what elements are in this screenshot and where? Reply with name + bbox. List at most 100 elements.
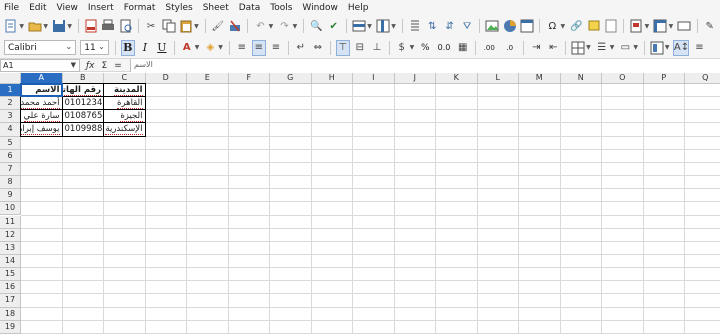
column-header-n[interactable]: N	[560, 73, 602, 84]
redo-icon[interactable]: ↷	[277, 18, 291, 34]
hyperlink-icon[interactable]: 🔗	[569, 18, 583, 34]
column-header-g[interactable]: G	[270, 73, 312, 84]
print-area-dropdown-icon[interactable]: ▼	[645, 23, 650, 30]
align-left-icon[interactable]: ≡	[235, 40, 249, 56]
row-header-15[interactable]: 15	[0, 268, 21, 282]
save-icon[interactable]	[52, 18, 66, 34]
row-header-4[interactable]: 4	[0, 123, 21, 137]
align-center-icon[interactable]: ≡	[251, 39, 266, 56]
select-all-corner[interactable]	[0, 73, 21, 84]
borders-icon[interactable]	[571, 40, 585, 56]
freeze-rows-columns-icon[interactable]	[653, 18, 667, 34]
font-color-dropdown-icon[interactable]: ▼	[195, 44, 200, 51]
save-dropdown-icon[interactable]: ▼	[67, 23, 72, 30]
font-color-icon[interactable]: A	[180, 40, 194, 56]
spreadsheet-grid[interactable]: A B C D E F G H I J K L M N O P Q 1 2 3 4 5 6 7 8 9 10 11 12 13 14 15 16…	[0, 73, 720, 334]
font-size-combo[interactable]: 11 ⌄	[80, 40, 109, 55]
menu-help[interactable]: Help	[348, 3, 369, 13]
column-header-k[interactable]: K	[436, 73, 478, 84]
conditional-format-icon[interactable]	[650, 40, 664, 56]
column-header-b[interactable]: B	[62, 73, 104, 84]
column-header-i[interactable]: I	[353, 73, 395, 84]
border-color-dropdown-icon[interactable]: ▼	[633, 44, 638, 51]
undo-icon[interactable]: ↶	[253, 18, 267, 34]
column-header-c[interactable]: C	[104, 73, 146, 84]
headers-footers-icon[interactable]	[604, 18, 618, 34]
chevron-down-icon[interactable]: ⌄	[66, 42, 73, 51]
paste-dropdown-icon[interactable]: ▼	[194, 23, 199, 30]
column-header-p[interactable]: P	[643, 73, 685, 84]
special-character-icon[interactable]: Ω	[545, 18, 559, 34]
row-header-12[interactable]: 12	[0, 228, 21, 242]
border-style-icon[interactable]: ☰	[595, 40, 609, 56]
row-icon[interactable]	[352, 18, 366, 34]
sort-descending-icon[interactable]: ⇵	[442, 18, 456, 34]
new-dropdown-icon[interactable]: ▼	[19, 23, 24, 30]
column-header-h[interactable]: H	[311, 73, 353, 84]
row-dropdown-icon[interactable]: ▼	[367, 23, 372, 30]
menu-styles[interactable]: Styles	[165, 3, 192, 13]
text-direction-ltr-icon[interactable]: A↕	[673, 39, 690, 56]
align-top-icon[interactable]: ⊤	[335, 39, 350, 56]
currency-icon[interactable]: $	[395, 40, 409, 56]
row-header-11[interactable]: 11	[0, 215, 21, 229]
row-header-6[interactable]: 6	[0, 149, 21, 163]
background-color-icon[interactable]: ◈	[203, 40, 217, 56]
cell-a3[interactable]: سارة علي	[21, 110, 62, 123]
pivot-table-icon[interactable]	[520, 18, 534, 34]
currency-dropdown-icon[interactable]: ▼	[410, 44, 415, 51]
cell-a4[interactable]: يوسف إبراهيم	[21, 123, 62, 136]
column-header-l[interactable]: L	[477, 73, 519, 84]
sort-ascending-icon[interactable]: ⇅	[425, 18, 439, 34]
date-format-icon[interactable]: ▦	[456, 40, 470, 56]
cell-header-c1[interactable]: المدينة	[104, 84, 145, 97]
column-header-f[interactable]: F	[228, 73, 270, 84]
column-header-d[interactable]: D	[145, 73, 187, 84]
column-header-a[interactable]: A	[21, 73, 63, 84]
row-header-5[interactable]: 5	[0, 136, 21, 150]
remove-decimal-button[interactable]: .0	[501, 40, 518, 56]
show-draw-functions-icon[interactable]: ✎	[702, 18, 716, 34]
border-color-icon[interactable]: ▭	[618, 40, 632, 56]
comment-icon[interactable]	[587, 18, 601, 34]
autofilter-icon[interactable]: ⛛	[460, 18, 474, 34]
text-direction-rtl-icon[interactable]: ≡	[692, 40, 706, 56]
insert-chart-icon[interactable]	[503, 18, 517, 34]
spelling-icon[interactable]: ✔	[327, 18, 341, 34]
chevron-down-icon[interactable]: ▼	[71, 60, 76, 71]
paste-icon[interactable]	[179, 18, 193, 34]
row-header-1[interactable]: 1	[0, 84, 21, 98]
row-header-14[interactable]: 14	[0, 254, 21, 269]
clone-formatting-icon[interactable]: 🖌	[211, 18, 225, 34]
cell-c4[interactable]: الإسكندرية	[104, 123, 145, 136]
cut-icon[interactable]: ✂	[144, 18, 158, 34]
open-dropdown-icon[interactable]: ▼	[43, 23, 48, 30]
row-header-8[interactable]: 8	[0, 176, 21, 190]
cell-c3[interactable]: الجيزة	[104, 110, 145, 123]
formula-input[interactable]: الاسم	[130, 59, 720, 72]
row-header-2[interactable]: 2	[0, 97, 21, 111]
number-format-button[interactable]: 0.0	[435, 40, 452, 56]
column-header-o[interactable]: O	[602, 73, 644, 84]
merge-center-icon[interactable]: ⇔	[311, 40, 325, 56]
row-header-19[interactable]: 19	[0, 320, 21, 334]
find-replace-icon[interactable]: 🔍	[309, 18, 323, 34]
column-header-e[interactable]: E	[187, 73, 229, 84]
column-header-q[interactable]: Q	[685, 73, 720, 84]
add-decimal-button[interactable]: .00	[481, 40, 498, 56]
increase-indent-icon[interactable]: ⇥	[529, 40, 543, 56]
row-header-3[interactable]: 3	[0, 110, 21, 124]
cell-b4[interactable]: 01099887	[63, 123, 104, 136]
name-box[interactable]: A1 ▼	[0, 59, 80, 72]
row-header-18[interactable]: 18	[0, 307, 21, 321]
formula-icon[interactable]: =	[114, 61, 122, 71]
cell-c2[interactable]: القاهرة	[104, 97, 145, 110]
menu-sheet[interactable]: Sheet	[203, 3, 229, 13]
percent-button[interactable]: %	[418, 40, 432, 56]
function-wizard-icon[interactable]: ƒx	[86, 61, 95, 71]
cell-header-a1[interactable]: الاسم	[21, 84, 62, 97]
chevron-down-icon[interactable]: ⌄	[98, 42, 105, 51]
row-header-16[interactable]: 16	[0, 281, 21, 295]
insert-image-icon[interactable]	[485, 18, 499, 34]
print-icon[interactable]	[101, 18, 115, 34]
